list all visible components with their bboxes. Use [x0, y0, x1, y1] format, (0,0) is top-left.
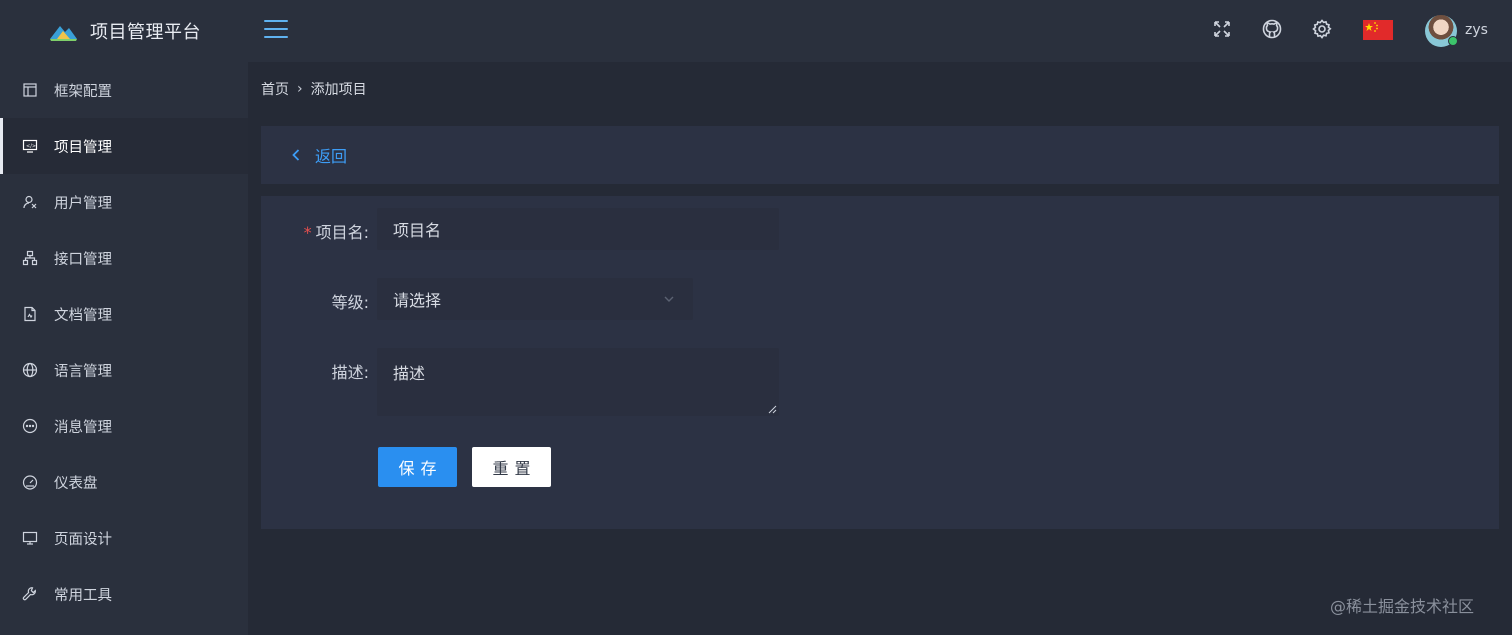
desktop-icon: [22, 530, 38, 546]
reset-button[interactable]: 重置: [472, 447, 551, 487]
chevron-left-icon: [292, 149, 300, 161]
project-name-input[interactable]: 项目名: [377, 208, 779, 250]
project-name-placeholder: 项目名: [393, 221, 442, 240]
avatar[interactable]: [1425, 15, 1458, 47]
sidebar-item-dashboard[interactable]: 仪表盘: [0, 454, 248, 510]
project-form: * 项目名: 项目名 等级: 请选择 描述: 描述 保存 重置: [261, 196, 1499, 529]
sidebar-item-label: 框架配置: [54, 83, 112, 100]
svg-text:</>: </>: [26, 144, 36, 150]
level-select[interactable]: 请选择: [377, 278, 693, 320]
sidebar-item-document-management[interactable]: 文档管理: [0, 286, 248, 342]
description-placeholder: 描述: [393, 364, 426, 383]
description-label: 描述:: [331, 363, 369, 382]
save-button[interactable]: 保存: [378, 447, 457, 487]
sidebar: 项目管理平台 框架配置 </> 项目管理 用户管理 接口管理 文档管理 语言管理…: [0, 0, 248, 635]
top-header: zys: [248, 0, 1512, 62]
logo-mountain-icon: [50, 26, 77, 41]
required-mark: *: [303, 223, 312, 242]
chat-icon: [22, 418, 38, 434]
sidebar-item-page-design[interactable]: 页面设计: [0, 510, 248, 566]
sidebar-item-label: 文档管理: [54, 307, 112, 324]
sidebar-item-label: 常用工具: [54, 587, 112, 604]
monitor-code-icon: </>: [22, 138, 38, 154]
wrench-icon: [22, 586, 38, 602]
sidebar-item-framework-config[interactable]: 框架配置: [0, 62, 248, 118]
sitemap-icon: [22, 250, 38, 266]
app-root: 项目管理平台 框架配置 </> 项目管理 用户管理 接口管理 文档管理 语言管理…: [0, 0, 1512, 635]
settings-icon[interactable]: [1311, 18, 1333, 40]
back-button[interactable]: 返回: [261, 126, 1499, 184]
sidebar-item-label: 仪表盘: [54, 475, 98, 492]
sidebar-item-api-management[interactable]: 接口管理: [0, 230, 248, 286]
sidebar-item-message-management[interactable]: 消息管理: [0, 398, 248, 454]
chevron-down-icon: [664, 296, 674, 302]
level-placeholder: 请选择: [393, 291, 442, 310]
back-label: 返回: [315, 147, 348, 166]
sidebar-menu: 框架配置 </> 项目管理 用户管理 接口管理 文档管理 语言管理 消息管理 仪…: [0, 62, 248, 622]
project-name-label-text: 项目名:: [315, 223, 369, 242]
sidebar-item-label: 项目管理: [54, 139, 112, 156]
breadcrumb-home[interactable]: 首页: [261, 79, 289, 99]
china-flag-icon[interactable]: [1363, 20, 1393, 40]
breadcrumb-separator: ›: [297, 81, 303, 97]
menu-toggle-icon[interactable]: [264, 20, 288, 40]
sidebar-item-user-management[interactable]: 用户管理: [0, 174, 248, 230]
user-icon: [22, 194, 38, 210]
breadcrumb-current: 添加项目: [310, 82, 367, 98]
sidebar-item-common-tools[interactable]: 常用工具: [0, 566, 248, 622]
level-label: 等级:: [331, 293, 369, 312]
globe-icon: [22, 362, 38, 378]
project-name-label: * 项目名:: [261, 219, 369, 243]
resize-handle-icon[interactable]: [768, 405, 777, 414]
document-icon: [22, 306, 38, 322]
layout-icon: [22, 82, 38, 98]
fullscreen-icon[interactable]: [1211, 18, 1233, 40]
sidebar-item-language-management[interactable]: 语言管理: [0, 342, 248, 398]
logo[interactable]: 项目管理平台: [0, 0, 248, 62]
sidebar-item-project-management[interactable]: </> 项目管理: [0, 118, 248, 174]
sidebar-item-label: 接口管理: [54, 251, 112, 268]
github-icon[interactable]: [1261, 18, 1283, 40]
username[interactable]: zys: [1465, 22, 1488, 38]
sidebar-item-label: 消息管理: [54, 419, 112, 436]
breadcrumb: 首页 › 添加项目: [261, 79, 367, 99]
sidebar-item-label: 语言管理: [54, 363, 112, 380]
app-title: 项目管理平台: [90, 22, 201, 43]
gauge-icon: [22, 474, 38, 490]
sidebar-item-label: 用户管理: [54, 195, 112, 212]
sidebar-item-label: 页面设计: [54, 531, 112, 548]
description-textarea[interactable]: 描述: [377, 348, 779, 416]
watermark: @稀土掘金技术社区: [1330, 597, 1475, 616]
